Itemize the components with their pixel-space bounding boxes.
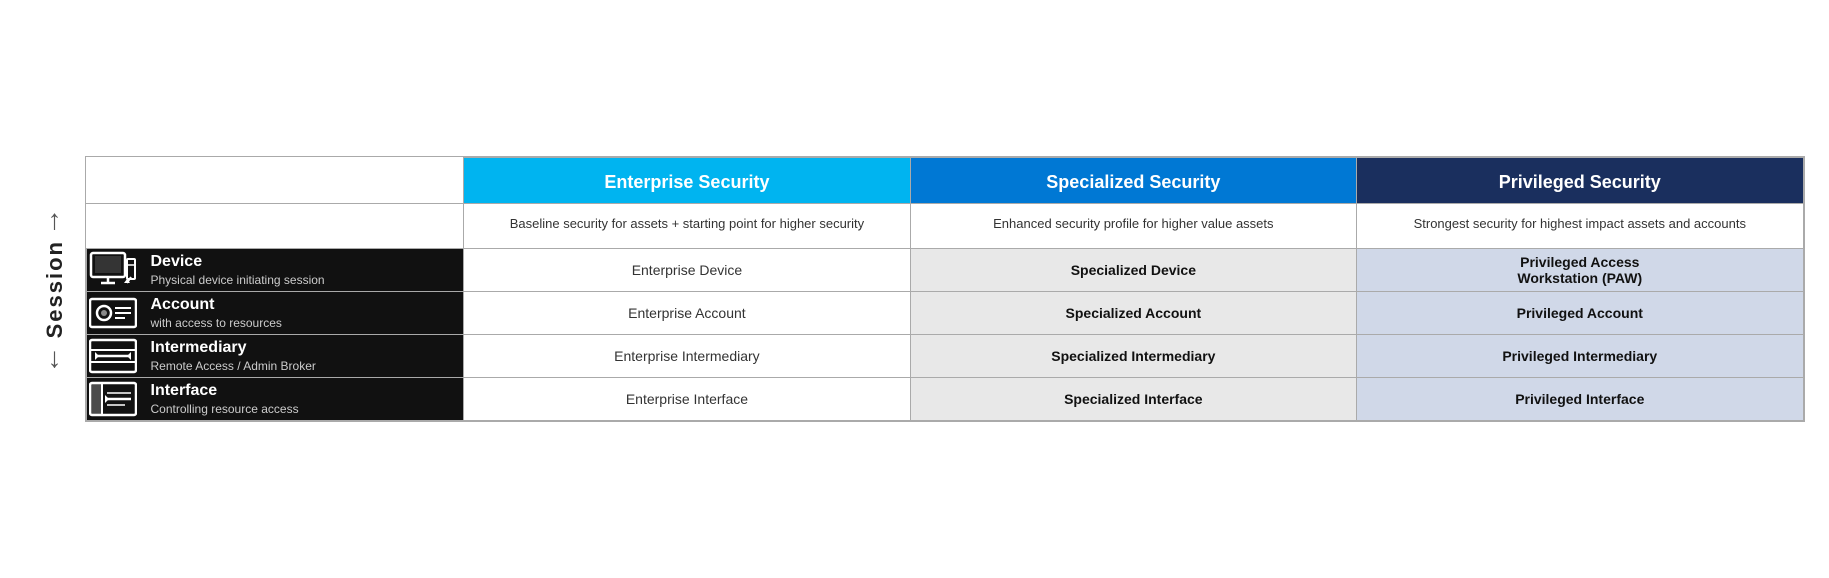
row-text-block: Account with access to resources bbox=[151, 296, 282, 330]
table-row: Intermediary Remote Access / Admin Broke… bbox=[86, 334, 1803, 377]
cell-privileged-account: Privileged Account bbox=[1357, 291, 1803, 334]
subtitle-enterprise: Baseline security for assets + starting … bbox=[464, 204, 910, 249]
main-table-wrap: Enterprise Security Specialized Security… bbox=[85, 156, 1805, 422]
session-label: Session bbox=[42, 240, 68, 338]
subtitle-row: Baseline security for assets + starting … bbox=[86, 204, 1803, 249]
table-row: Account with access to resources Enterpr… bbox=[86, 291, 1803, 334]
row-header-device: Device Physical device initiating sessio… bbox=[86, 248, 464, 291]
header-privileged: Privileged Security bbox=[1357, 158, 1803, 204]
cell-specialized-interface: Specialized Interface bbox=[910, 377, 1356, 420]
row-subtitle: Controlling resource access bbox=[151, 402, 299, 416]
row-header-interface: Interface Controlling resource access bbox=[86, 377, 464, 420]
header-enterprise: Enterprise Security bbox=[464, 158, 910, 204]
security-table: Enterprise Security Specialized Security… bbox=[86, 157, 1804, 421]
cell-enterprise-account: Enterprise Account bbox=[464, 291, 910, 334]
row-title: Intermediary bbox=[151, 339, 316, 357]
row-subtitle: Physical device initiating session bbox=[151, 273, 325, 287]
cell-privileged-interface: Privileged Interface bbox=[1357, 377, 1803, 420]
cell-specialized-intermediary: Specialized Intermediary bbox=[910, 334, 1356, 377]
table-row: Device Physical device initiating sessio… bbox=[86, 248, 1803, 291]
subtitle-empty-cell bbox=[86, 204, 464, 249]
table-row: Interface Controlling resource access En… bbox=[86, 377, 1803, 420]
row-header-inner: Interface Controlling resource access bbox=[87, 378, 464, 420]
row-title: Interface bbox=[151, 382, 299, 400]
header-row: Enterprise Security Specialized Security… bbox=[86, 158, 1803, 204]
row-header-inner: Account with access to resources bbox=[87, 292, 464, 334]
row-title: Device bbox=[151, 253, 325, 271]
row-text-block: Intermediary Remote Access / Admin Broke… bbox=[151, 339, 316, 373]
cell-privileged-intermediary: Privileged Intermediary bbox=[1357, 334, 1803, 377]
cell-privileged-device: Privileged AccessWorkstation (PAW) bbox=[1357, 248, 1803, 291]
cell-enterprise-device: Enterprise Device bbox=[464, 248, 910, 291]
row-header-inner: Intermediary Remote Access / Admin Broke… bbox=[87, 335, 464, 377]
cell-specialized-device: Specialized Device bbox=[910, 248, 1356, 291]
device-icon bbox=[87, 249, 139, 291]
session-label-col: ↑ Session ↓ bbox=[25, 156, 85, 422]
subtitle-privileged: Strongest security for highest impact as… bbox=[1357, 204, 1803, 249]
table-body: Device Physical device initiating sessio… bbox=[86, 248, 1803, 420]
cell-enterprise-interface: Enterprise Interface bbox=[464, 377, 910, 420]
row-text-block: Interface Controlling resource access bbox=[151, 382, 299, 416]
row-header-account: Account with access to resources bbox=[86, 291, 464, 334]
row-subtitle: with access to resources bbox=[151, 316, 282, 330]
cell-specialized-account: Specialized Account bbox=[910, 291, 1356, 334]
row-header-intermediary: Intermediary Remote Access / Admin Broke… bbox=[86, 334, 464, 377]
row-text-block: Device Physical device initiating sessio… bbox=[151, 253, 325, 287]
header-specialized: Specialized Security bbox=[910, 158, 1356, 204]
account-icon bbox=[87, 292, 139, 334]
main-container: ↑ Session ↓ Enterprise Security Speciali… bbox=[25, 156, 1805, 422]
subtitle-specialized: Enhanced security profile for higher val… bbox=[910, 204, 1356, 249]
intermediary-icon bbox=[87, 335, 139, 377]
header-empty-cell bbox=[86, 158, 464, 204]
arrow-up-icon: ↑ bbox=[48, 206, 62, 234]
row-header-inner: Device Physical device initiating sessio… bbox=[87, 249, 464, 291]
row-subtitle: Remote Access / Admin Broker bbox=[151, 359, 316, 373]
arrow-down-icon: ↓ bbox=[48, 344, 62, 372]
row-title: Account bbox=[151, 296, 282, 314]
cell-enterprise-intermediary: Enterprise Intermediary bbox=[464, 334, 910, 377]
interface-icon bbox=[87, 378, 139, 420]
